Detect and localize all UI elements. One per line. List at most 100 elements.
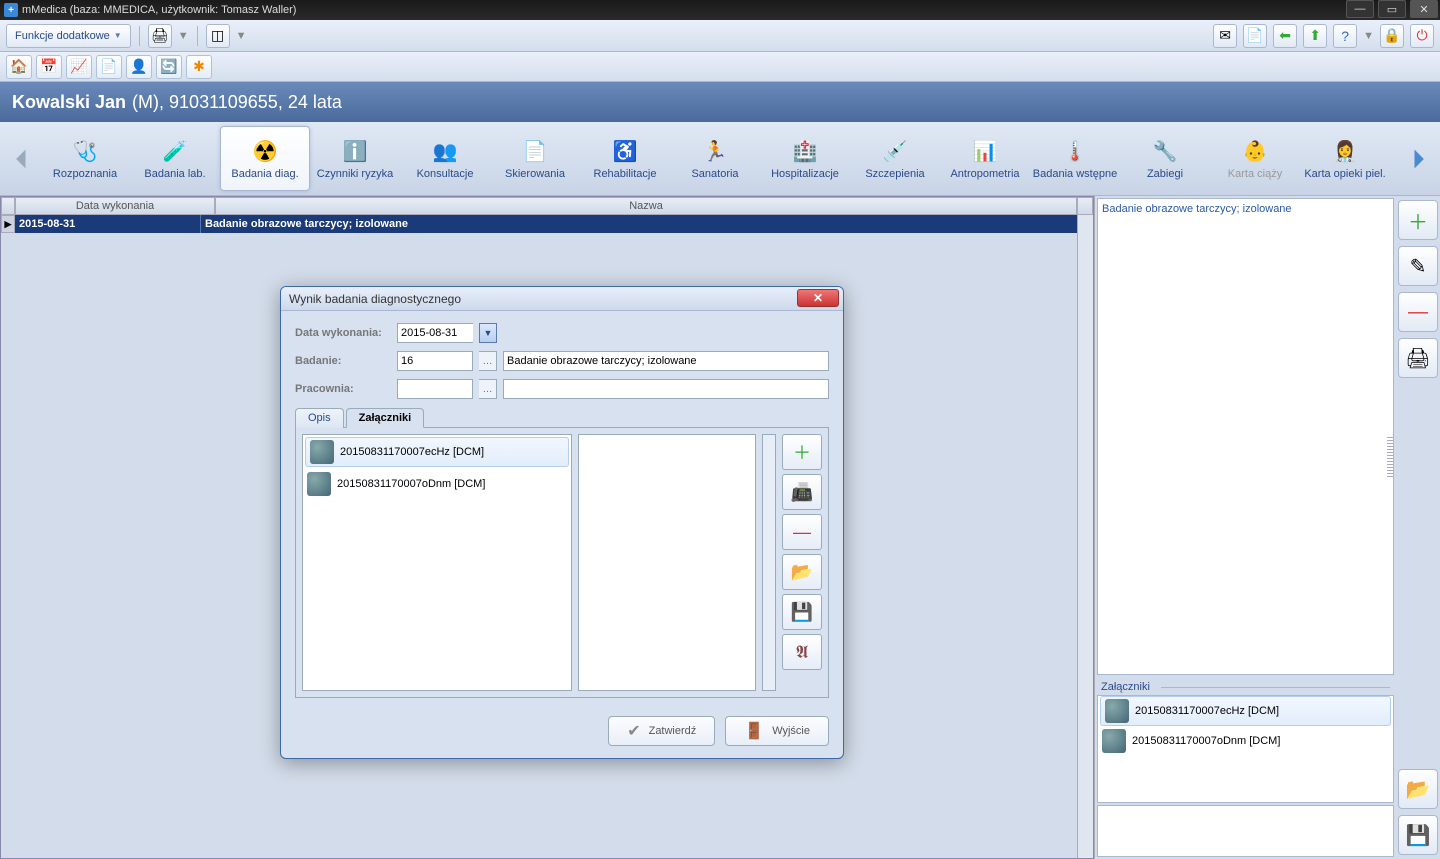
document-icon[interactable]: 📄 (96, 55, 122, 79)
attach-open-button[interactable]: 📂 (782, 554, 822, 590)
nav-szczepienia[interactable]: 💉Szczepienia (850, 126, 940, 191)
nav-karta-opieki[interactable]: 👩‍⚕️Karta opieki piel. (1300, 126, 1390, 191)
home-icon[interactable]: 🏠 (6, 55, 32, 79)
attach-save-button[interactable]: 💾 (782, 594, 822, 630)
back-arrow-icon[interactable]: ⬅ (1273, 24, 1297, 48)
nav-konsultacje[interactable]: 👥Konsultacje (400, 126, 490, 191)
vertical-scrollbar[interactable] (1077, 215, 1093, 858)
nav-sanatoria[interactable]: 🏃Sanatoria (670, 126, 760, 191)
up-arrow-icon[interactable]: ⬆ (1303, 24, 1327, 48)
nav-label: Skierowania (505, 168, 565, 180)
exit-button[interactable]: 🚪 Wyjście (725, 716, 829, 746)
caret-down-icon[interactable]: ▼ (236, 30, 247, 42)
refresh-icon[interactable]: 🔄 (156, 55, 182, 79)
nav-rehabilitacje[interactable]: ♿Rehabilitacje (580, 126, 670, 191)
check-icon: ✔ (627, 721, 640, 741)
attachments-pane: 20150831170007ecHz [DCM] 20150831170007o… (295, 428, 829, 698)
delete-button[interactable]: — (1398, 292, 1438, 332)
caret-down-icon[interactable]: ▼ (1363, 30, 1374, 42)
column-header-name[interactable]: Nazwa (215, 197, 1077, 215)
lab-code-input[interactable] (397, 379, 473, 399)
confirm-button[interactable]: ✔ Zatwierdź (608, 716, 715, 746)
open-folder-button[interactable]: 📂 (1398, 769, 1438, 809)
nav-antropometria[interactable]: 📊Antropometria (940, 126, 1030, 191)
attach-add-button[interactable]: ＋ (782, 434, 822, 470)
attachments-list[interactable]: 20150831170007ecHz [DCM] 20150831170007o… (1097, 695, 1394, 803)
confirm-label: Zatwierdź (649, 725, 697, 737)
dialog-titlebar[interactable]: Wynik badania diagnostycznego ✕ (281, 287, 843, 311)
patient-icon[interactable]: 👤 (126, 55, 152, 79)
table-row[interactable]: ▶ 2015-08-31 Badanie obrazowe tarczycy; … (1, 215, 1077, 233)
notes-area[interactable] (1097, 805, 1394, 857)
lock-icon[interactable]: 🔒 (1380, 24, 1404, 48)
nav-rozpoznania[interactable]: 🩺Rozpoznania (40, 126, 130, 191)
tab-opis[interactable]: Opis (295, 408, 344, 428)
export-icon[interactable]: 📄 (1243, 24, 1267, 48)
layout-toggle-button[interactable]: ◫ (206, 24, 230, 48)
lookup-button[interactable]: … (479, 351, 497, 371)
power-icon[interactable]: ⏻ (1410, 24, 1434, 48)
nav-next-button[interactable] (1400, 122, 1436, 195)
dicom-thumb-icon (307, 472, 331, 496)
row-marker-icon: ▶ (1, 215, 15, 233)
mail-icon[interactable]: ✉ (1213, 24, 1237, 48)
label-date: Data wykonania: (295, 327, 391, 339)
nav-prev-button[interactable] (4, 122, 40, 195)
nav-badania-wstepne[interactable]: 🌡️Badania wstępne (1030, 126, 1120, 191)
attach-scan-button[interactable]: 📠 (782, 474, 822, 510)
date-input[interactable] (397, 323, 473, 343)
date-dropdown-button[interactable]: ▼ (479, 323, 497, 343)
dialog-tabs: Opis Załączniki (295, 407, 829, 428)
resize-grip-icon[interactable] (1387, 437, 1393, 477)
label-exam: Badanie: (295, 355, 391, 367)
exit-label: Wyjście (772, 725, 810, 737)
graph-icon[interactable]: 📈 (66, 55, 92, 79)
print-side-button[interactable]: 🖨 (1398, 338, 1438, 378)
list-item[interactable]: 20150831170007ecHz [DCM] (305, 437, 569, 467)
close-window-button[interactable]: ✕ (1410, 0, 1438, 18)
tab-zalaczniki[interactable]: Załączniki (346, 408, 425, 428)
help-icon[interactable]: ? (1333, 24, 1357, 48)
print-button[interactable]: 🖨 (148, 24, 172, 48)
nav-label: Sanatoria (691, 168, 738, 180)
column-header-date[interactable]: Data wykonania (15, 197, 215, 215)
nav-label: Czynniki ryzyka (317, 168, 393, 180)
exam-code-input[interactable] (397, 351, 473, 371)
dialog-close-button[interactable]: ✕ (797, 289, 839, 307)
result-text-area[interactable]: Badanie obrazowe tarczycy; izolowane (1097, 198, 1394, 675)
preview-scrollbar[interactable] (762, 434, 776, 691)
nav-karta-ciazy[interactable]: 👶Karta ciąży (1210, 126, 1300, 191)
attachments-section-label: Załączniki (1101, 681, 1390, 693)
nav-zabiegi[interactable]: 🔧Zabiegi (1120, 126, 1210, 191)
attach-delete-button[interactable]: — (782, 514, 822, 550)
dialog-attachments-list[interactable]: 20150831170007ecHz [DCM] 20150831170007o… (302, 434, 572, 691)
nav-czynniki-ryzyka[interactable]: ℹ️Czynniki ryzyka (310, 126, 400, 191)
calendar-icon[interactable]: 📅 (36, 55, 62, 79)
add-button[interactable]: ＋ (1398, 200, 1438, 240)
nav-skierowania[interactable]: 📄Skierowania (490, 126, 580, 191)
attach-stamp-button[interactable]: 𝕬 (782, 634, 822, 670)
minimize-button[interactable]: — (1346, 0, 1374, 18)
caret-down-icon[interactable]: ▼ (178, 30, 189, 42)
nav-badania-diag[interactable]: ☢️Badania diag. (220, 126, 310, 191)
tab-label: Opis (308, 412, 331, 424)
nav-label: Antropometria (950, 168, 1019, 180)
nav-label: Szczepienia (865, 168, 924, 180)
lab-name-input[interactable] (503, 379, 829, 399)
exam-name-input[interactable] (503, 351, 829, 371)
nav-badania-lab[interactable]: 🧪Badania lab. (130, 126, 220, 191)
dicom-thumb-icon (1105, 699, 1129, 723)
list-item[interactable]: 20150831170007ecHz [DCM] (1100, 696, 1391, 726)
extra-functions-label: Funkcje dodatkowe (15, 30, 110, 42)
lookup-button[interactable]: … (479, 379, 497, 399)
nav-label: Rozpoznania (53, 168, 117, 180)
edit-button[interactable]: ✎ (1398, 246, 1438, 286)
maximize-button[interactable]: ▭ (1378, 0, 1406, 18)
nav-hospitalizacje[interactable]: 🏥Hospitalizacje (760, 126, 850, 191)
save-button[interactable]: 💾 (1398, 815, 1438, 855)
list-item[interactable]: 20150831170007oDnm [DCM] (1098, 726, 1393, 756)
star-icon[interactable]: ✱ (186, 55, 212, 79)
extra-functions-menu[interactable]: Funkcje dodatkowe ▼ (6, 24, 131, 48)
nav-label: Karta opieki piel. (1304, 168, 1385, 180)
list-item[interactable]: 20150831170007oDnm [DCM] (303, 469, 571, 499)
